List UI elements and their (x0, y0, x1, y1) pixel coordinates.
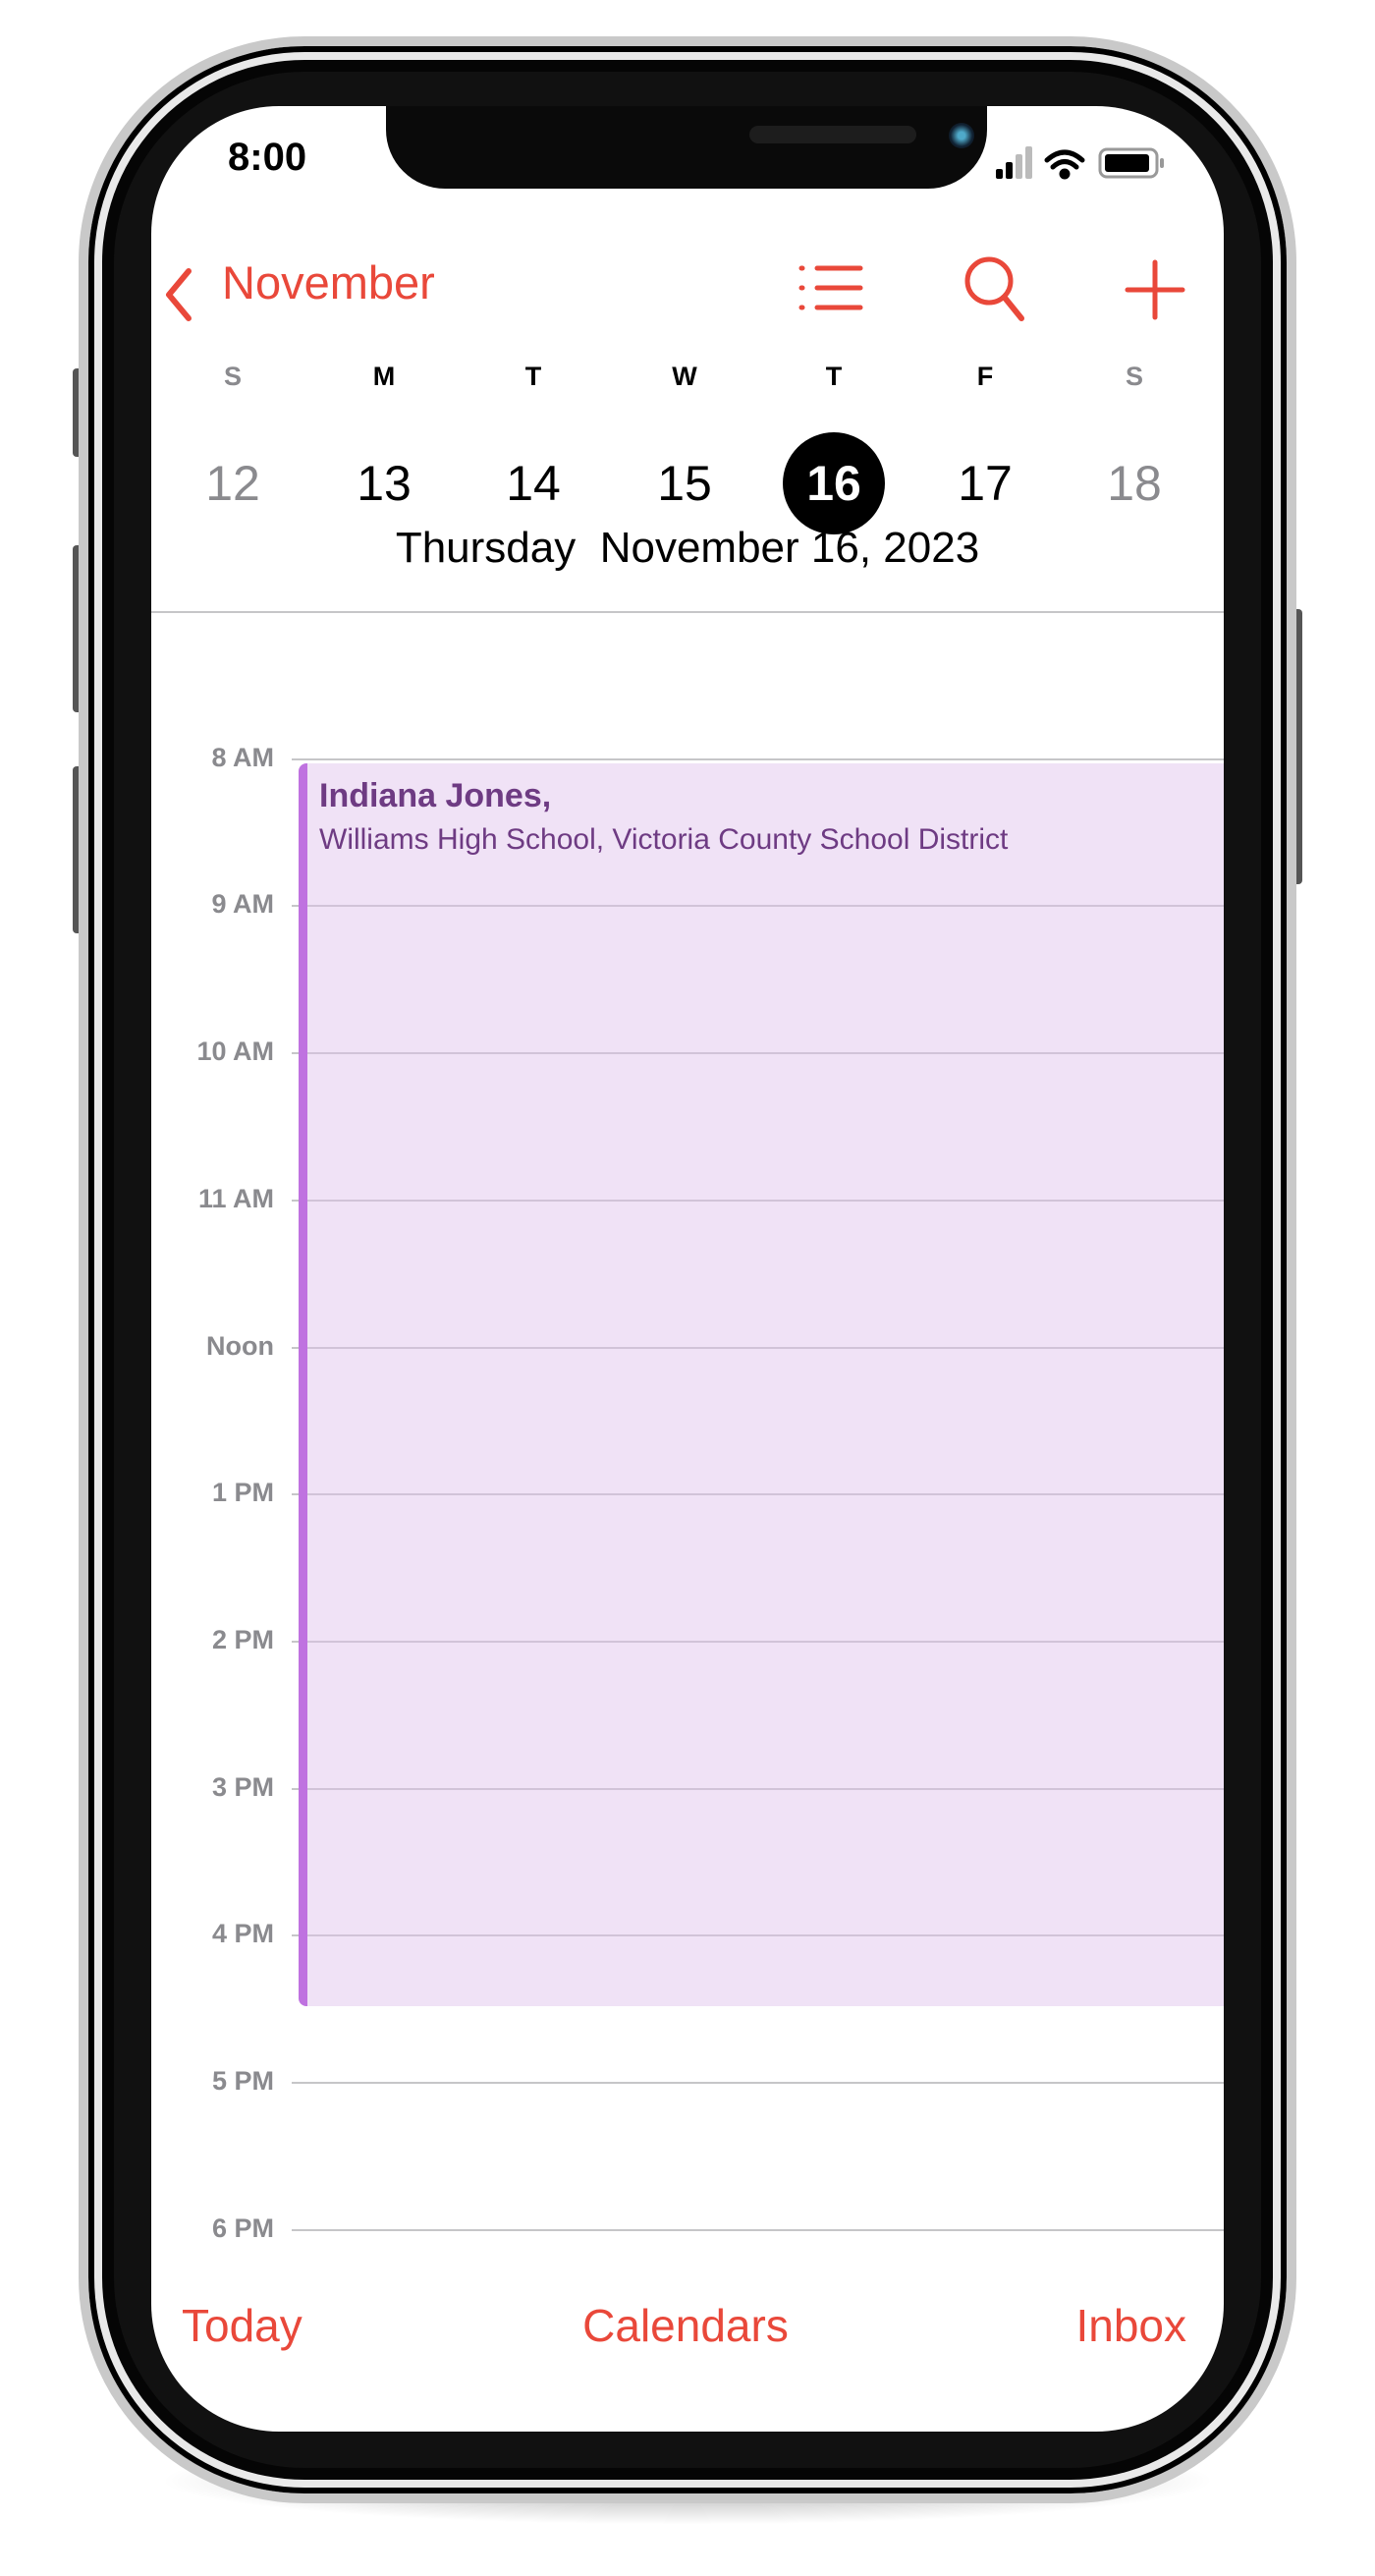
weekday-letter: W (672, 362, 697, 391)
status-time: 8:00 (228, 136, 307, 179)
hour-label: 5 PM (211, 2066, 274, 2096)
full-date: November 16, 2023 (599, 524, 980, 572)
hour-label: 3 PM (211, 1771, 274, 1802)
weekday-letter: T (825, 362, 843, 391)
weekday-letter: S (1125, 362, 1143, 391)
hour-row: 5 PM (151, 2066, 1224, 2096)
hour-label: 9 AM (211, 889, 274, 920)
hour-gridline (292, 757, 1224, 760)
day-timeline[interactable]: 7 AM 8 AM 9 AM 10 AM 11 AM Noon 1 PM 2 PM 3 PM 4 … (151, 611, 1224, 2242)
selected-date-label: Thursday November 16, 2023 (151, 524, 1224, 573)
chevron-left-icon (166, 268, 192, 321)
search-icon[interactable] (961, 253, 1031, 322)
hour-label: Noon (206, 1330, 274, 1361)
hour-label: 6 PM (211, 2212, 274, 2242)
inbox-button[interactable]: Inbox (1075, 2299, 1186, 2352)
weekday-name: Thursday (395, 524, 577, 572)
hour-row: 6 PM (151, 2213, 1224, 2242)
today-button[interactable]: Today (182, 2299, 302, 2352)
event-location: Williams High School, Victoria County Sc… (319, 823, 1009, 856)
day-number[interactable]: 13 (333, 432, 435, 534)
calendars-button[interactable]: Calendars (489, 2299, 882, 2352)
cellular-signal-icon (996, 146, 1032, 179)
notch (386, 106, 987, 189)
hour-row: 7 AM (151, 611, 1224, 615)
back-button-label[interactable]: November (222, 255, 435, 309)
speaker (749, 126, 916, 143)
list-icon[interactable] (796, 258, 866, 317)
hour-gridline (292, 2082, 1224, 2084)
hour-label: 11 AM (197, 1183, 274, 1213)
hour-gridline (292, 2228, 1224, 2231)
day-number[interactable]: 18 (1083, 432, 1185, 534)
status-icons (996, 146, 1164, 180)
hour-row: 8 AM (151, 743, 1224, 772)
weekday-letter: T (524, 362, 542, 391)
phone-screen: 8:00 November S 12 M 13 T 14 W 15 T 16 F 17 S 18 Thur… (151, 106, 1224, 2432)
hour-gridline (151, 611, 1224, 613)
event-title: Indiana Jones, (319, 777, 552, 814)
hour-label: 10 AM (196, 1036, 274, 1067)
weekday-letter: M (372, 362, 396, 391)
calendar-event[interactable]: Indiana Jones, Williams High School, Vic… (299, 763, 1224, 2006)
hour-label: 2 PM (211, 1624, 274, 1654)
day-number[interactable]: 12 (182, 432, 284, 534)
day-number[interactable]: 15 (633, 432, 736, 534)
day-number[interactable]: 14 (482, 432, 584, 534)
hour-label: 4 PM (211, 1919, 274, 1949)
weekday-letter: S (223, 362, 242, 391)
camera (949, 123, 974, 148)
hour-label: 1 PM (211, 1478, 274, 1508)
plus-icon[interactable] (1124, 258, 1186, 321)
wifi-icon (1044, 149, 1085, 180)
day-number-selected[interactable]: 16 (783, 432, 885, 534)
weekday-letter: F (976, 362, 994, 391)
day-number[interactable]: 17 (934, 432, 1036, 534)
battery-icon (1098, 147, 1164, 179)
hour-label: 8 AM (211, 742, 274, 772)
